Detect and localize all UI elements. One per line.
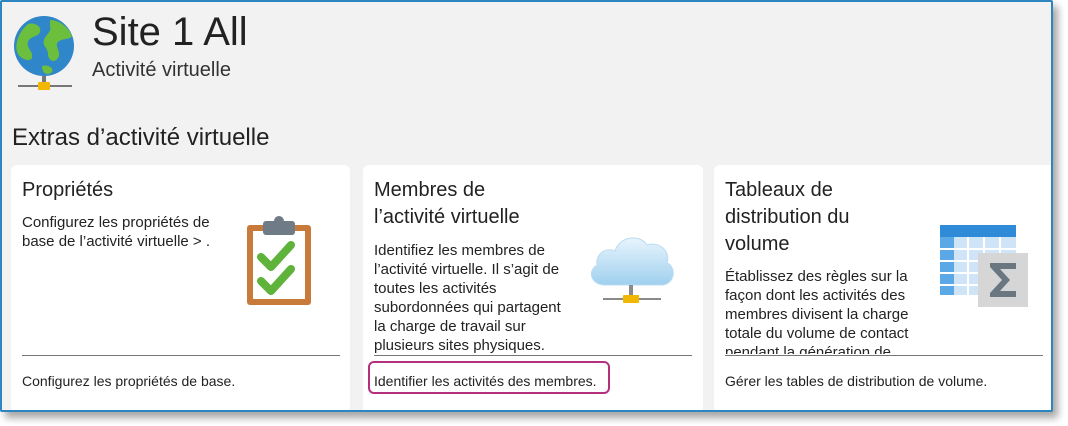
card-description-line: façon dont les activités des (725, 287, 906, 304)
card-volume-distribution[interactable]: Tableaux de distribution du volume Établ… (714, 165, 1051, 410)
card-title-line: distribution du (725, 206, 850, 228)
card-description: Établissez des règles sur la façon dont … (725, 267, 935, 354)
clipboard-checklist-icon (247, 216, 311, 305)
card-divider (374, 355, 692, 356)
card-title-line: volume (725, 233, 790, 255)
card-title-line: Tableaux de (725, 179, 833, 201)
page-header: Site 1 All Activité virtuelle (12, 8, 1042, 90)
card-title-line: Propriétés (22, 179, 114, 201)
card-divider (22, 355, 340, 356)
card-title: Tableaux de distribution du volume (725, 177, 850, 258)
card-description-line: pendant la génération de (725, 344, 891, 354)
card-description-line: Établissez des règles sur la (725, 268, 908, 285)
card-title: Propriétés (22, 177, 113, 204)
card-description-line: subordonnées qui partagent (374, 299, 561, 316)
manage-volume-tables-link[interactable]: Gérer les tables de distribution de volu… (725, 372, 987, 390)
card-description: Configurez les propriétés de base de l’a… (22, 213, 237, 251)
card-description-line: Identifiez les membres de (374, 242, 545, 259)
card-divider (725, 355, 1043, 356)
card-title-line: l’activité virtuelle (374, 206, 520, 228)
section-title: Extras d’activité virtuelle (12, 124, 270, 151)
globe-network-icon (14, 16, 74, 90)
card-title: Membres de l’activité virtuelle (374, 177, 520, 231)
card-description-line: totale du volume de contact (725, 325, 909, 342)
card-description-line: membres divisent la charge (725, 306, 909, 323)
page-subtitle: Activité virtuelle (92, 59, 231, 81)
card-description-line: base de l’activité virtuelle > . (22, 233, 211, 250)
card-description-line: toutes les activités (374, 280, 497, 297)
link-highlight-callout (368, 361, 610, 394)
card-properties[interactable]: Propriétés Configurez les propriétés de … (11, 165, 350, 410)
card-title-line: Membres de (374, 179, 486, 201)
configure-properties-link[interactable]: Configurez les propriétés de base. (22, 372, 235, 390)
window-frame: Site 1 All Activité virtuelle Extras d’a… (0, 0, 1053, 412)
card-description: Identifiez les membres de l’activité vir… (374, 241, 579, 354)
card-description-line: plusieurs sites physiques. (374, 337, 545, 354)
card-description-line: l’activité virtuelle. Il s’agit de (374, 261, 560, 278)
card-description-line: Configurez les propriétés de (22, 214, 210, 231)
cloud-network-icon (590, 237, 674, 303)
table-sum-icon (940, 225, 1028, 307)
card-description-line: la charge de travail sur (374, 318, 526, 335)
page-title: Site 1 All (92, 10, 248, 54)
